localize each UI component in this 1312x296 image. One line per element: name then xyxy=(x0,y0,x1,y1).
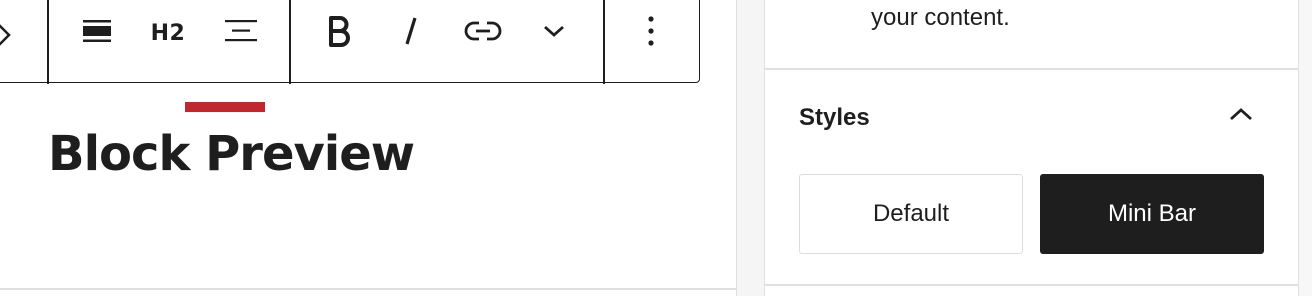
move-block-button[interactable] xyxy=(0,13,29,61)
settings-sidebar: your content. Styles Default Mini Bar xyxy=(764,0,1312,296)
block-description: your content. xyxy=(871,4,1010,31)
heading-level-label: H2 xyxy=(150,20,186,46)
bold-button[interactable] xyxy=(315,9,363,57)
style-option-label: Default xyxy=(872,200,950,227)
style-option-mini-bar[interactable]: Mini Bar xyxy=(1040,174,1264,254)
text-align-button[interactable] xyxy=(217,9,265,57)
canvas-divider xyxy=(0,288,736,290)
heading-accent-bar xyxy=(185,102,265,112)
block-toolbar: H2 xyxy=(0,0,700,84)
block-preview-heading[interactable]: Block Preview xyxy=(48,126,415,182)
heading-level-button[interactable]: H2 xyxy=(144,9,192,57)
align-button[interactable] xyxy=(73,9,121,57)
chevron-up-icon xyxy=(1228,106,1254,127)
toolbar-divider xyxy=(47,0,49,84)
styles-panel-toggle[interactable] xyxy=(1223,98,1259,134)
bold-icon xyxy=(326,15,352,52)
link-icon xyxy=(464,20,502,47)
style-option-default[interactable]: Default xyxy=(799,174,1023,254)
align-center-icon xyxy=(224,16,258,51)
options-button[interactable] xyxy=(627,9,675,57)
editor-scroll-gutter xyxy=(736,0,764,296)
toolbar-divider xyxy=(289,0,291,84)
italic-icon xyxy=(401,15,421,52)
panel-divider xyxy=(765,284,1298,286)
link-button[interactable] xyxy=(459,9,507,57)
editor-canvas: H2 Block Preview xyxy=(0,0,736,296)
chevron-down-icon xyxy=(542,23,566,44)
chevron-updown-icon xyxy=(0,15,17,60)
align-full-icon xyxy=(82,16,112,51)
panel-divider xyxy=(765,68,1298,70)
more-formatting-button[interactable] xyxy=(530,9,578,57)
styles-panel-title[interactable]: Styles xyxy=(799,104,870,132)
toolbar-divider xyxy=(603,0,605,84)
style-option-label: Mini Bar xyxy=(1107,200,1197,227)
sidebar-scrollbar[interactable] xyxy=(1298,0,1312,296)
italic-button[interactable] xyxy=(387,9,435,57)
more-vertical-icon xyxy=(647,15,655,52)
